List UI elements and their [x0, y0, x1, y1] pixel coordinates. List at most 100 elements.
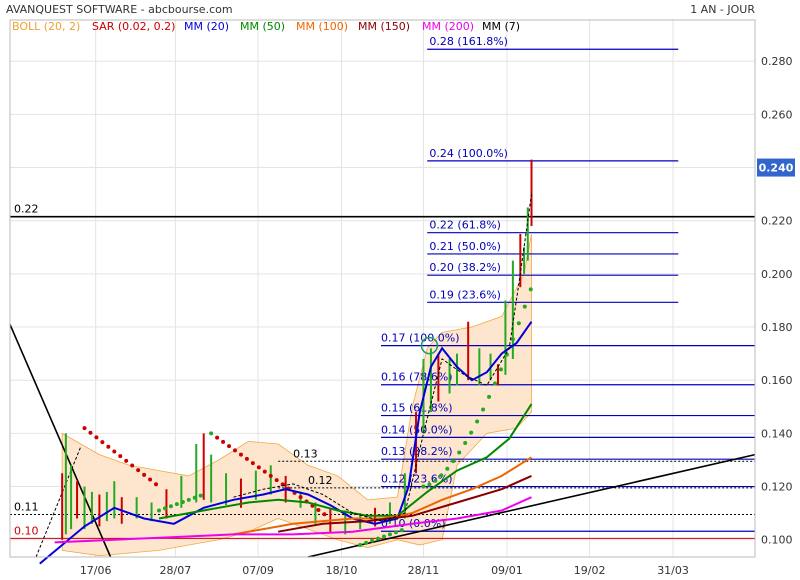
sar-dot	[106, 444, 111, 449]
sar-dot	[364, 540, 369, 545]
x-tick-label: 09/01	[491, 564, 523, 577]
sar-dot	[274, 478, 279, 483]
sar-dot	[522, 304, 527, 309]
sar-dot	[399, 528, 404, 533]
sar-dot	[232, 448, 237, 453]
legend-entry: MM (100)	[296, 20, 348, 33]
sar-dot	[457, 450, 462, 455]
fib-upper-label: 0.20 (38.2%)	[429, 261, 501, 274]
sar-dot	[421, 484, 426, 489]
fibonacci-levels: 0.28 (161.8%) 0.24 (100.0%) 0.22 (61.8%) 0.…	[381, 35, 755, 532]
level-label: 0.13	[293, 447, 318, 460]
sar-dot	[209, 431, 214, 436]
sar-dot	[136, 468, 141, 473]
sar-dot	[157, 508, 161, 513]
sar-dot	[393, 530, 398, 535]
sar-dot	[215, 435, 220, 440]
sar-dot	[88, 430, 93, 435]
sar-dot	[510, 337, 515, 342]
sar-dot	[82, 426, 87, 431]
period-label: 1 AN - JOUR	[690, 3, 755, 16]
legend-entry: BOLL (20, 2)	[12, 20, 80, 33]
y-tick-label: 0.260	[761, 108, 793, 121]
sar-dot	[316, 507, 321, 512]
sar-dot	[387, 532, 392, 537]
bollinger-bands	[61, 233, 532, 557]
sar-dot	[154, 482, 159, 487]
fib-upper-label: 0.21 (50.0%)	[429, 240, 501, 253]
sar-dot	[186, 497, 191, 502]
sar-dot	[268, 473, 273, 478]
y-tick-label: 0.100	[761, 534, 793, 547]
y-tick-label: 0.220	[761, 215, 793, 228]
level-label: 0.11	[14, 500, 39, 513]
sar-dot	[492, 381, 497, 386]
sar-dot	[370, 538, 375, 543]
y-tick-label: 0.200	[761, 268, 793, 281]
sar-dot	[516, 321, 521, 326]
sar-dot	[124, 458, 129, 463]
sar-dot	[100, 440, 105, 445]
legend-entry: MM (7)	[482, 20, 520, 33]
sar-dot	[445, 466, 450, 471]
sar-dot	[227, 444, 232, 449]
sar-dot	[498, 367, 503, 372]
sar-dot	[427, 482, 432, 487]
x-tick-label: 31/03	[657, 564, 689, 577]
sar-dot	[433, 478, 438, 483]
legend-entry: MM (150)	[358, 20, 410, 33]
sar-dot	[112, 449, 117, 454]
x-tick-label: 19/02	[574, 564, 606, 577]
sar-dot	[298, 495, 303, 500]
sar-dot	[256, 465, 261, 470]
sar-dot	[358, 543, 363, 548]
fib-lower-label: 0.17 (100.0%)	[381, 332, 460, 345]
sar-dot	[142, 472, 147, 477]
sar-dot	[322, 512, 327, 517]
fib-upper-label: 0.24 (100.0%)	[429, 147, 508, 160]
sar-dot	[148, 477, 153, 482]
bollinger-band-area	[61, 233, 532, 557]
sar-dot	[439, 473, 444, 478]
y-tick-label: 0.180	[761, 321, 793, 334]
sar-dot	[381, 534, 386, 539]
chart-legend: BOLL (20, 2) SAR (0.02, 0.2) MM (20) MM (50…	[12, 20, 520, 33]
sar-dot	[174, 502, 179, 507]
level-label: 0.22	[14, 203, 39, 216]
fib-upper-label: 0.19 (23.6%)	[429, 288, 501, 301]
sar-dot	[244, 456, 249, 461]
fib-upper-label: 0.28 (161.8%)	[429, 35, 508, 48]
y-tick-label: 0.140	[761, 427, 793, 440]
sar-dot	[94, 435, 99, 440]
sar-dot	[504, 352, 509, 357]
sar-dot	[463, 441, 468, 446]
x-tick-label: 28/07	[160, 564, 192, 577]
chart-header: AVANQUEST SOFTWARE - abcbourse.com 1 AN …	[6, 3, 755, 16]
sar-dot	[118, 454, 123, 459]
sar-dot	[376, 536, 381, 541]
sar-dot	[162, 506, 167, 511]
sar-dot	[180, 499, 185, 504]
legend-entry: MM (20)	[184, 20, 229, 33]
x-tick-label: 17/06	[80, 564, 112, 577]
legend-entry: MM (50)	[240, 20, 285, 33]
y-tick-label: 0.120	[761, 481, 793, 494]
sar-dot	[451, 459, 456, 464]
chart-title: AVANQUEST SOFTWARE - abcbourse.com	[6, 3, 233, 16]
x-tick-label: 18/10	[326, 564, 358, 577]
sar-dot	[528, 287, 533, 292]
level-label: 0.12	[308, 474, 333, 487]
legend-entry: SAR (0.02, 0.2)	[92, 20, 175, 33]
level-label: 0.10	[14, 524, 39, 537]
sar-dot	[221, 439, 226, 444]
x-tick-label: 07/09	[242, 564, 274, 577]
last-price-value: 0.240	[759, 162, 794, 175]
x-tick-label: 28/11	[408, 564, 440, 577]
sar-dot	[198, 493, 203, 498]
sar-dot	[469, 430, 474, 435]
legend-entry: MM (200)	[422, 20, 474, 33]
sar-dot	[475, 419, 480, 424]
y-tick-label: 0.280	[761, 55, 793, 68]
sar-dot	[262, 469, 267, 474]
sar-dot	[168, 504, 173, 509]
